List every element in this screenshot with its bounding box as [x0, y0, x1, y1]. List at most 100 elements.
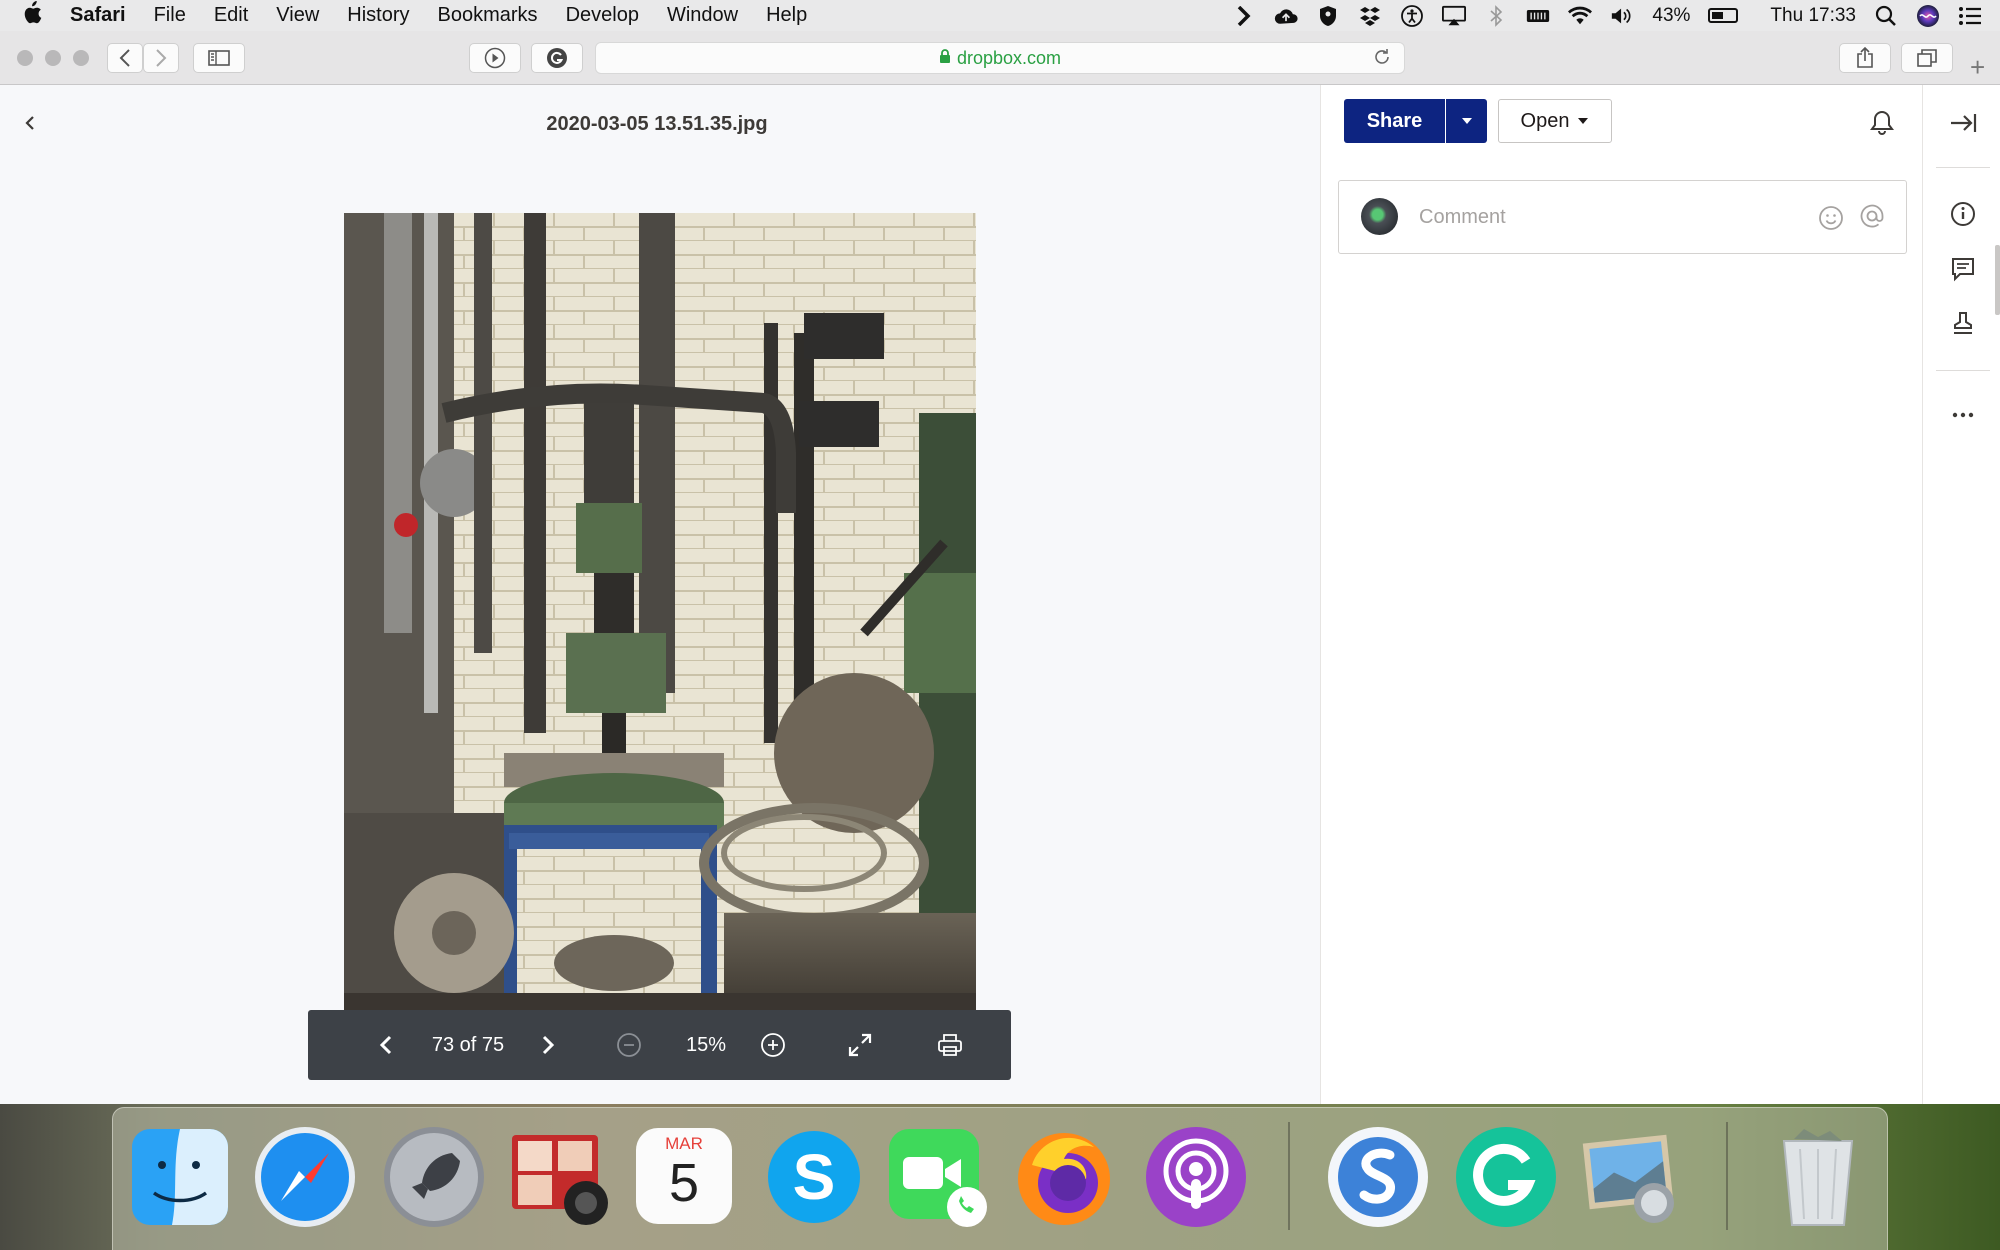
- zoom-out-icon: [617, 1033, 641, 1057]
- wifi-icon[interactable]: [1568, 4, 1593, 28]
- menu-file[interactable]: File: [154, 4, 186, 27]
- reader-play-button[interactable]: [469, 43, 521, 73]
- dock-trash[interactable]: [1766, 1125, 1870, 1229]
- open-button-label: Open: [1520, 109, 1570, 132]
- window-minimize-button[interactable]: [45, 50, 61, 66]
- expand-icon: [848, 1033, 872, 1057]
- cloud-upload-icon[interactable]: [1274, 4, 1298, 28]
- dock-separator: [1288, 1122, 1290, 1230]
- window-close-button[interactable]: [17, 50, 33, 66]
- dock-safari[interactable]: [253, 1125, 357, 1229]
- shield-icon[interactable]: [1316, 4, 1340, 28]
- fullscreen-button[interactable]: [840, 1010, 880, 1080]
- battery-percent[interactable]: 43%: [1652, 5, 1690, 27]
- tabs-icon: [1917, 49, 1937, 67]
- collapse-panel-icon[interactable]: [1949, 109, 1977, 137]
- comment-composer: [1338, 180, 1907, 254]
- dock-podcasts[interactable]: [1144, 1125, 1248, 1229]
- volume-icon[interactable]: [1610, 4, 1634, 28]
- url-text[interactable]: dropbox.com: [957, 48, 1061, 69]
- accessibility-icon[interactable]: [1400, 4, 1424, 28]
- siri-icon[interactable]: [1916, 4, 1940, 28]
- menu-help[interactable]: Help: [766, 4, 807, 27]
- apple-menu-icon[interactable]: [22, 0, 62, 31]
- dock-skype[interactable]: S: [762, 1125, 866, 1229]
- zoom-in-icon: [761, 1033, 785, 1057]
- stamp-icon[interactable]: [1949, 309, 1977, 337]
- bluetooth-icon[interactable]: [1484, 4, 1508, 28]
- dock-grammarly[interactable]: [1454, 1125, 1558, 1229]
- calendar-day: 5: [668, 1153, 700, 1213]
- viewer-controls-bar: 73 of 75 15%: [308, 1010, 1011, 1080]
- share-button[interactable]: Share: [1344, 99, 1445, 143]
- browser-back-button[interactable]: [107, 43, 143, 73]
- share-icon: [1857, 47, 1873, 68]
- share-dropdown-button[interactable]: [1446, 99, 1487, 143]
- menubar-clock[interactable]: Thu 17:33: [1770, 5, 1856, 27]
- menu-edit[interactable]: Edit: [214, 4, 248, 27]
- lock-icon: [939, 48, 951, 69]
- zoom-out-button[interactable]: [609, 1010, 649, 1080]
- browser-forward-button[interactable]: [143, 43, 179, 73]
- window-zoom-button[interactable]: [73, 50, 89, 66]
- grammarly-extension-button[interactable]: [531, 43, 583, 73]
- chevron-left-icon: [119, 49, 130, 67]
- reload-icon[interactable]: [1372, 47, 1392, 72]
- firefox-icon: [1018, 1133, 1110, 1225]
- battery-icon[interactable]: [1708, 8, 1739, 23]
- dock-facetime[interactable]: [885, 1125, 989, 1229]
- chevron-right-icon: [156, 49, 167, 67]
- menu-view[interactable]: View: [276, 4, 319, 27]
- previous-file-button[interactable]: [368, 1010, 404, 1080]
- menu-window[interactable]: Window: [667, 4, 738, 27]
- podcasts-icon: [1146, 1127, 1246, 1227]
- airplay-icon[interactable]: [1442, 4, 1467, 28]
- share-sheet-button[interactable]: [1839, 43, 1891, 73]
- emoji-icon[interactable]: [1818, 205, 1844, 236]
- dock-simplenote[interactable]: [1326, 1125, 1430, 1229]
- dock-calendar[interactable]: MAR 5: [636, 1128, 732, 1224]
- facetime-icon: [889, 1129, 987, 1227]
- comment-input[interactable]: [1419, 201, 1799, 233]
- address-bar[interactable]: dropbox.com: [595, 42, 1405, 74]
- zoom-in-button[interactable]: [753, 1010, 793, 1080]
- chevron-right-icon: [542, 1035, 555, 1055]
- dock-firefox[interactable]: [1012, 1125, 1116, 1229]
- menu-history[interactable]: History: [347, 4, 409, 27]
- spotlight-search-icon[interactable]: [1874, 4, 1898, 28]
- notifications-bell-icon[interactable]: [1869, 109, 1895, 142]
- file-name-title: 2020-03-05 13.51.35.jpg: [546, 113, 768, 135]
- mention-icon[interactable]: [1859, 203, 1885, 236]
- dock-photo-booth[interactable]: [508, 1125, 612, 1229]
- rail-scrollbar[interactable]: [1995, 245, 2000, 315]
- dock-preview[interactable]: [1580, 1125, 1684, 1229]
- chevron-right-status-icon[interactable]: [1232, 4, 1256, 28]
- next-file-button[interactable]: [530, 1010, 566, 1080]
- comments-icon[interactable]: [1949, 255, 1977, 283]
- sidebar-toggle-button[interactable]: [193, 43, 245, 73]
- new-tab-plus-icon[interactable]: +: [1970, 52, 1985, 83]
- print-button[interactable]: [930, 1010, 970, 1080]
- tab-overview-button[interactable]: [1901, 43, 1953, 73]
- dock-finder[interactable]: [128, 1125, 232, 1229]
- preview-image[interactable]: [344, 213, 976, 1013]
- dropbox-icon[interactable]: [1358, 4, 1382, 28]
- grammarly-icon: [1456, 1127, 1556, 1227]
- svg-text:S: S: [793, 1141, 836, 1213]
- rocket-icon: [384, 1127, 484, 1227]
- open-button[interactable]: Open: [1498, 99, 1612, 143]
- calendar-month: MAR: [665, 1134, 703, 1153]
- zoom-level: 15%: [685, 1033, 727, 1056]
- menu-develop[interactable]: Develop: [566, 4, 639, 27]
- caret-down-icon: [1461, 118, 1472, 124]
- skype-icon: S: [768, 1131, 860, 1223]
- menu-bookmarks[interactable]: Bookmarks: [438, 4, 538, 27]
- status-area: 43% Thu 17:33: [1232, 0, 1982, 31]
- more-options-icon[interactable]: [1949, 401, 1977, 429]
- dock-launchpad[interactable]: [382, 1125, 486, 1229]
- notification-center-icon[interactable]: [1958, 4, 1982, 28]
- menu-app-safari[interactable]: Safari: [70, 4, 126, 27]
- info-icon[interactable]: [1949, 200, 1977, 228]
- memory-icon[interactable]: [1526, 4, 1550, 28]
- rail-divider: [1936, 370, 1990, 371]
